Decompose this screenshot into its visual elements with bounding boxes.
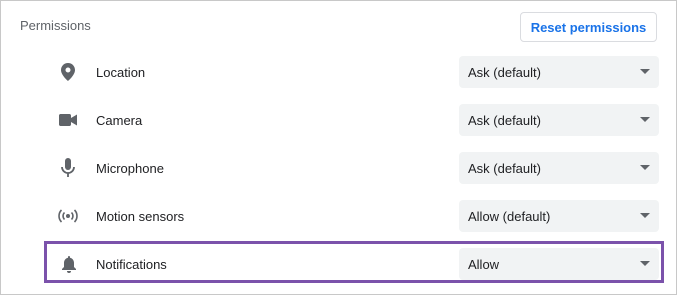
- location-pin-icon: [58, 62, 78, 82]
- microphone-permission-select[interactable]: Ask (default): [459, 152, 659, 184]
- permission-row-motion-sensors: Motion sensors Allow (default): [45, 192, 665, 240]
- chevron-down-icon: [640, 165, 650, 170]
- select-value: Ask (default): [468, 160, 541, 176]
- permission-label: Camera: [96, 113, 143, 128]
- permission-row-microphone: Microphone Ask (default): [45, 144, 665, 192]
- permissions-panel: Permissions Reset permissions Location A…: [0, 0, 677, 295]
- reset-permissions-button[interactable]: Reset permissions: [520, 12, 657, 42]
- location-permission-select[interactable]: Ask (default): [459, 56, 659, 88]
- select-value: Allow (default): [468, 208, 551, 224]
- microphone-icon: [58, 158, 78, 178]
- permission-row-camera: Camera Ask (default): [45, 96, 665, 144]
- chevron-down-icon: [640, 117, 650, 122]
- select-value: Allow: [468, 256, 500, 272]
- camera-icon: [58, 110, 78, 130]
- select-value: Ask (default): [468, 64, 541, 80]
- camera-permission-select[interactable]: Ask (default): [459, 104, 659, 136]
- permission-label: Location: [96, 65, 146, 80]
- permission-row-notifications: Notifications Allow: [44, 241, 664, 283]
- chevron-down-icon: [640, 69, 650, 74]
- chevron-down-icon: [640, 213, 650, 218]
- bell-icon: [59, 254, 79, 274]
- permission-row-location: Location Ask (default): [45, 48, 665, 96]
- select-value: Ask (default): [468, 112, 541, 128]
- permission-label: Motion sensors: [96, 209, 185, 224]
- permission-label: Microphone: [96, 161, 164, 176]
- motion-sensors-permission-select[interactable]: Allow (default): [459, 200, 659, 232]
- notifications-permission-select[interactable]: Allow: [459, 248, 659, 280]
- section-title: Permissions: [20, 18, 91, 33]
- chevron-down-icon: [640, 261, 650, 266]
- permission-label: Notifications: [96, 257, 167, 272]
- motion-sensors-icon: [58, 206, 78, 226]
